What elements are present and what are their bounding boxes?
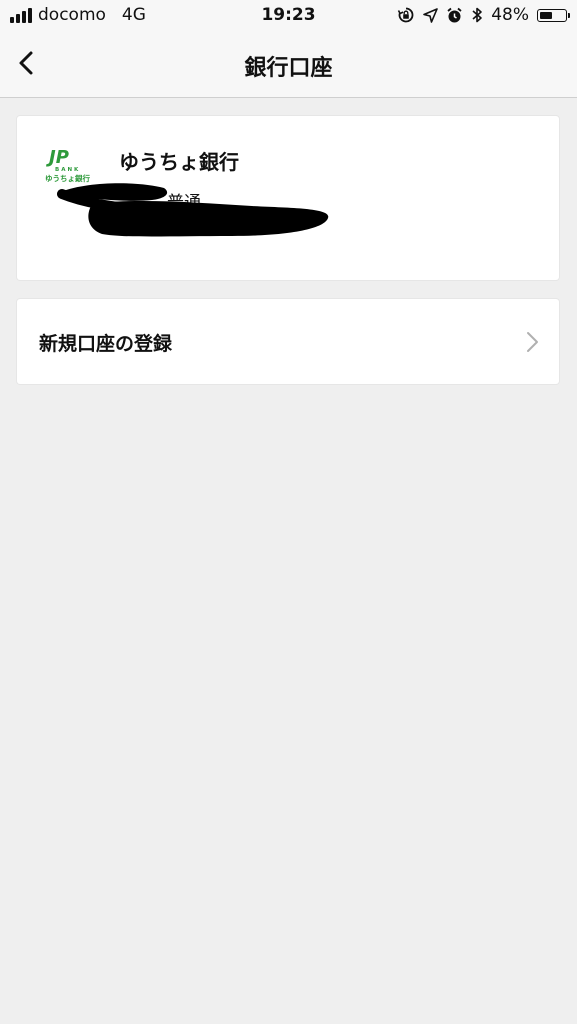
battery-level-fill [540, 11, 552, 19]
redacted-account-number [57, 183, 329, 237]
battery-percentage: 48% [491, 5, 529, 25]
bluetooth-icon [472, 7, 483, 23]
battery-icon [537, 8, 570, 22]
page-title: 銀行口座 [244, 56, 333, 81]
alarm-icon [447, 7, 462, 22]
rotation-lock-icon [397, 7, 414, 23]
logo-sub: BANK [55, 167, 80, 173]
register-new-account-label: 新規口座の登録 [39, 333, 173, 355]
navigation-bar: 銀行口座 [0, 34, 577, 98]
bank-account-card[interactable]: JP BANK ゆうちょ銀行 ゆうちょ銀行 普通 [17, 116, 559, 280]
status-bar: docomo 4G 19:23 48% [0, 0, 577, 34]
logo-text: JP [46, 147, 69, 168]
location-icon [423, 7, 439, 23]
bank-name: ゆうちょ銀行 [119, 150, 239, 174]
chevron-right-icon [527, 332, 538, 352]
status-bar-right: 48% [397, 5, 570, 25]
register-new-account-row[interactable]: 新規口座の登録 [17, 299, 559, 384]
